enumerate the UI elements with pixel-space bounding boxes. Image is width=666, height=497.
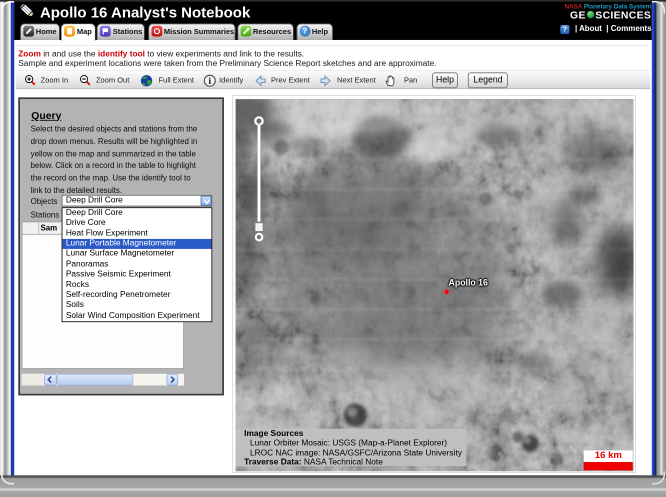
svg-text:i: i [208,76,211,86]
